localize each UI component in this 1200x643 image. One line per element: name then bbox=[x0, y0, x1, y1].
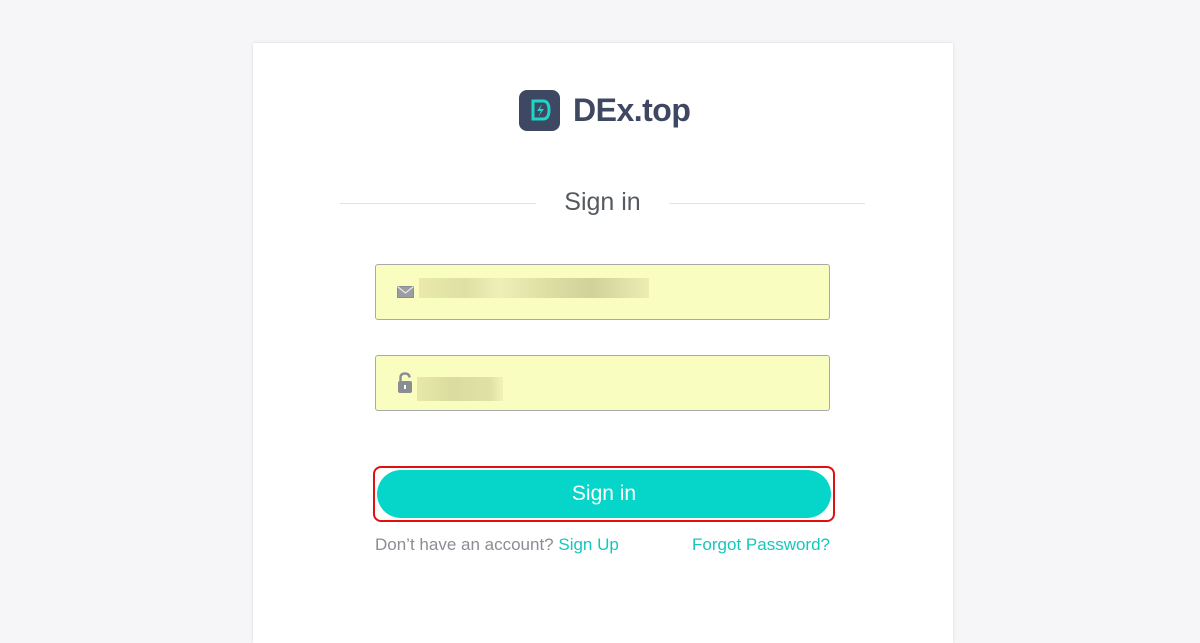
page-title: Sign in bbox=[564, 188, 641, 216]
sign-in-button[interactable]: Sign in bbox=[377, 470, 831, 518]
forgot-password-link[interactable]: Forgot Password? bbox=[692, 535, 830, 555]
logo-mark-icon bbox=[519, 89, 560, 131]
sign-in-button-highlight: Sign in bbox=[373, 466, 835, 522]
form-footer: Don’t have an account? Sign Up Forgot Pa… bbox=[375, 535, 830, 555]
password-input[interactable] bbox=[420, 356, 829, 410]
email-input[interactable] bbox=[420, 265, 829, 319]
sign-up-link[interactable]: Sign Up bbox=[558, 535, 618, 554]
login-card: DEx.top Sign in Sign in Don’t have an ac… bbox=[253, 43, 953, 643]
lock-icon bbox=[390, 372, 420, 394]
password-field[interactable] bbox=[375, 355, 830, 411]
title-divider-right bbox=[669, 203, 865, 204]
brand-name: DEx.top bbox=[573, 91, 691, 128]
brand-logo: DEx.top bbox=[519, 89, 691, 131]
signup-prompt: Don’t have an account? bbox=[375, 535, 554, 554]
title-divider-left bbox=[340, 203, 536, 204]
mail-icon bbox=[390, 286, 420, 298]
email-field[interactable] bbox=[375, 264, 830, 320]
